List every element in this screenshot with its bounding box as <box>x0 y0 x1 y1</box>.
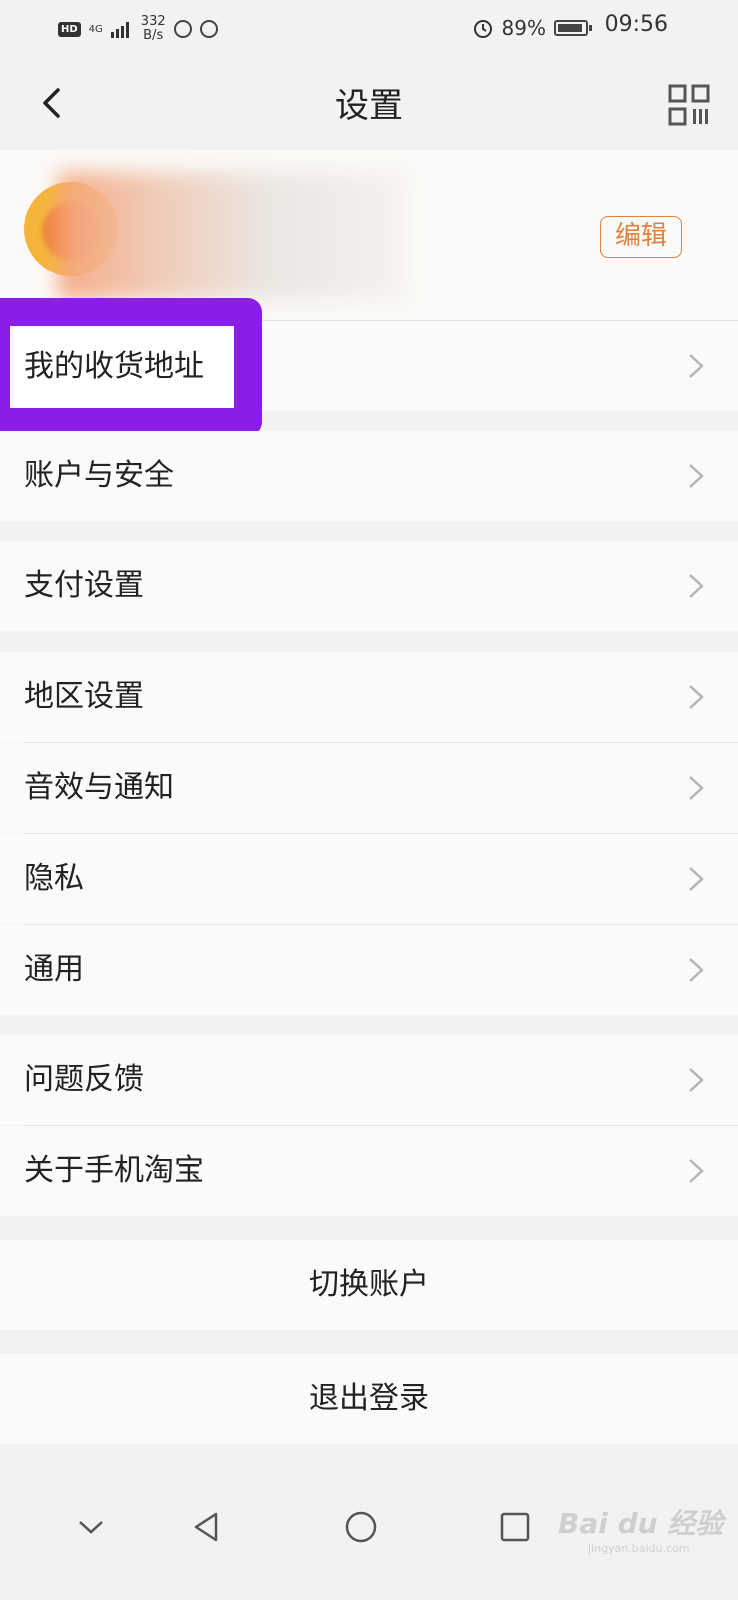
chevron-right-icon <box>689 464 704 488</box>
battery-icon <box>554 20 592 36</box>
status-left: HD 4G 332 B/s <box>58 14 218 44</box>
menu-label: 音效与通知 <box>24 770 174 805</box>
qr-code-icon[interactable] <box>668 84 710 126</box>
network-type: 4G <box>88 23 103 35</box>
blurred-username <box>58 172 408 300</box>
chevron-right-icon <box>689 776 704 800</box>
battery-percent: 89% <box>501 16 546 40</box>
chevron-down-icon[interactable] <box>74 1510 108 1544</box>
home-circle-icon[interactable] <box>344 1510 378 1544</box>
chevron-right-icon <box>689 574 704 598</box>
menu-item-sound-notification[interactable]: 音效与通知 <box>0 743 738 833</box>
watermark: Bai du 经验 jingyan.baidu.com <box>558 1507 724 1555</box>
menu-label: 支付设置 <box>24 568 144 603</box>
menu-label-address: 我的收货地址 <box>24 349 204 384</box>
logout-button[interactable]: 退出登录 <box>0 1354 738 1444</box>
menu-label: 问题反馈 <box>24 1062 144 1097</box>
menu-item-general[interactable]: 通用 <box>0 925 738 1015</box>
chevron-right-icon <box>689 685 704 709</box>
settings-gear-icon <box>173 20 192 38</box>
network-speed: 332 B/s <box>140 14 166 43</box>
switch-account-button[interactable]: 切换账户 <box>0 1240 738 1330</box>
hd-indicator: HD <box>58 21 81 37</box>
menu-item-region[interactable]: 地区设置 <box>0 652 738 742</box>
menu-label: 关于手机淘宝 <box>24 1153 204 1188</box>
menu-label: 地区设置 <box>24 679 144 714</box>
edit-profile-button[interactable]: 编辑 <box>600 216 682 258</box>
menu-label: 隐私 <box>24 861 84 896</box>
menu-label: 通用 <box>24 952 84 987</box>
hand-icon <box>199 20 218 38</box>
menu-item-privacy[interactable]: 隐私 <box>0 834 738 924</box>
page-title: 设置 <box>335 86 403 126</box>
alarm-icon <box>473 20 492 38</box>
menu-item-feedback[interactable]: 问题反馈 <box>0 1035 738 1125</box>
menu-item-payment[interactable]: 支付设置 <box>0 541 738 631</box>
menu-item-account-security[interactable]: 账户与安全 <box>0 431 738 521</box>
chevron-right-icon <box>689 354 704 378</box>
chevron-right-icon <box>689 958 704 982</box>
menu-label: 账户与安全 <box>24 458 174 493</box>
signal-icon <box>110 22 129 38</box>
recents-square-icon[interactable] <box>498 1510 532 1544</box>
chevron-right-icon <box>689 1159 704 1183</box>
clock: 09:56 <box>604 12 668 37</box>
status-right: 89% <box>472 14 592 42</box>
back-triangle-icon[interactable] <box>190 1510 224 1544</box>
chevron-right-icon <box>689 867 704 891</box>
menu-item-about[interactable]: 关于手机淘宝 <box>0 1126 738 1216</box>
chevron-right-icon <box>689 1068 704 1092</box>
